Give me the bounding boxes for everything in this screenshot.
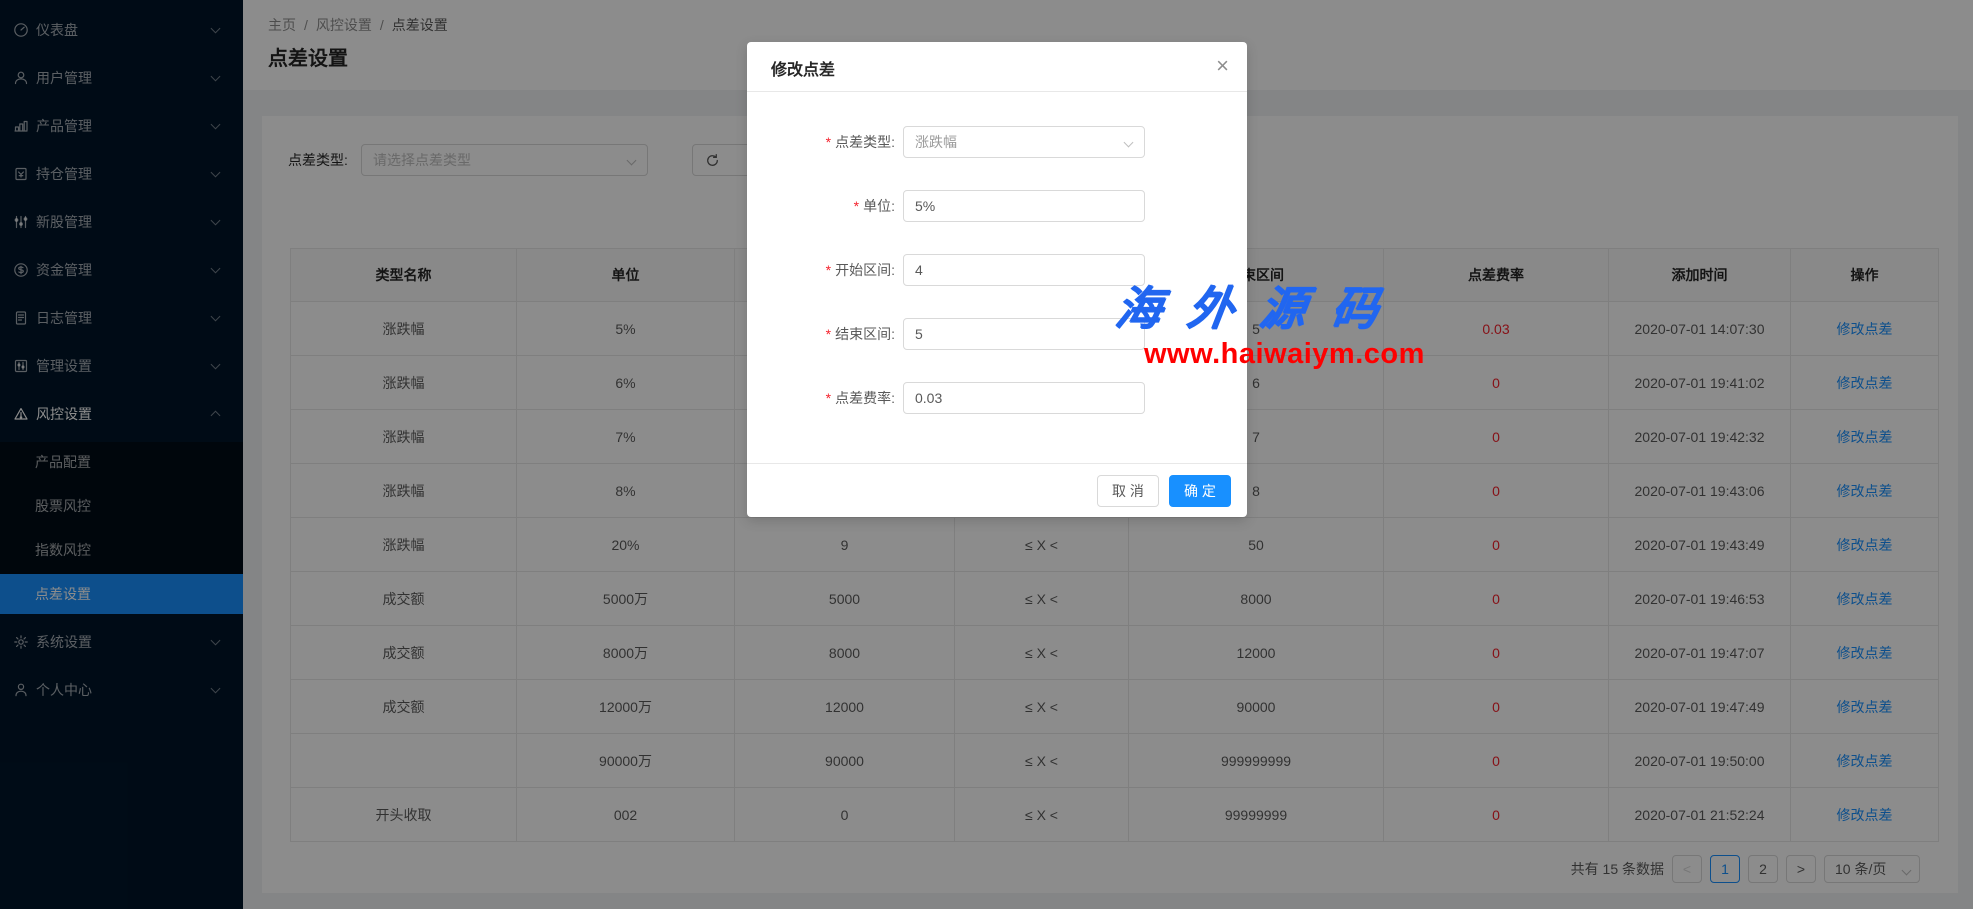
modal-title: 修改点差 [771, 62, 835, 79]
field-label: *结束区间: [747, 318, 895, 350]
required-mark: * [826, 326, 831, 342]
field-label: *点差类型: [747, 126, 895, 158]
chevron-down-icon [1124, 138, 1134, 148]
fee-rate-field[interactable] [915, 384, 1133, 412]
modal-footer: 取 消 确 定 [747, 463, 1247, 517]
spread-type-value: 涨跌幅 [915, 134, 957, 150]
field-label: *点差费率: [747, 382, 895, 414]
form-row-unit: *单位: [747, 190, 1247, 222]
form-row-start-range: *开始区间: [747, 254, 1247, 286]
modal-header: 修改点差 × [747, 42, 1247, 92]
field-label: *单位: [747, 190, 895, 222]
form-row-fee-rate: *点差费率: [747, 382, 1247, 414]
close-icon[interactable]: × [1216, 52, 1229, 80]
edit-spread-modal: 修改点差 × *点差类型: 涨跌幅 *单位: *开始区间: *结束区间: *点差… [747, 42, 1247, 517]
required-mark: * [826, 390, 831, 406]
required-mark: * [826, 134, 831, 150]
cancel-button[interactable]: 取 消 [1097, 475, 1159, 507]
end-range-field[interactable] [915, 320, 1133, 348]
form-row-spread-type: *点差类型: 涨跌幅 [747, 126, 1247, 158]
confirm-button[interactable]: 确 定 [1169, 475, 1231, 507]
spread-type-field[interactable]: 涨跌幅 [903, 126, 1145, 158]
field-label: *开始区间: [747, 254, 895, 286]
required-mark: * [826, 262, 831, 278]
form-row-end-range: *结束区间: [747, 318, 1247, 350]
unit-field[interactable] [915, 192, 1133, 220]
required-mark: * [854, 198, 859, 214]
start-range-field[interactable] [915, 256, 1133, 284]
